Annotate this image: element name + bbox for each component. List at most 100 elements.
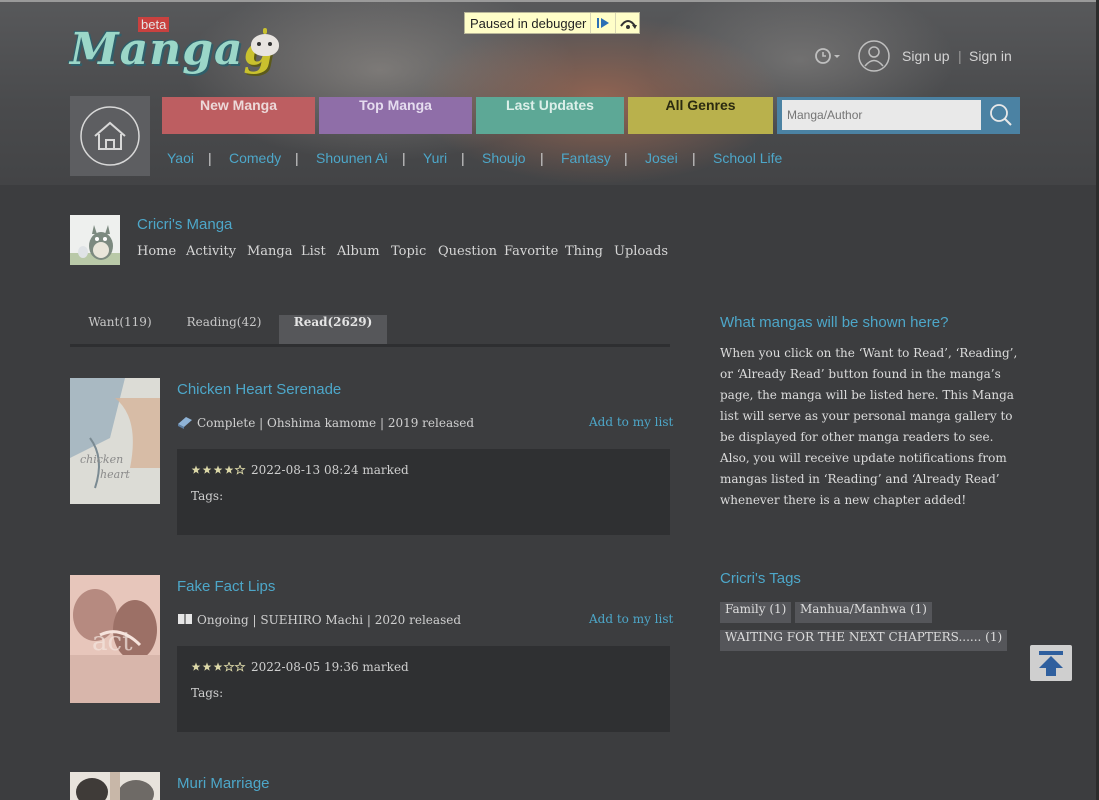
manga-title[interactable]: Fake Fact Lips <box>177 578 275 595</box>
genre-separator: | <box>402 150 406 166</box>
nav-all-genres[interactable]: All Genres <box>628 97 773 134</box>
tabs-divider <box>70 344 670 347</box>
profile-username[interactable]: Cricri's Manga <box>137 216 232 233</box>
star-filled-icon <box>202 465 212 474</box>
svg-text:act: act <box>92 627 133 657</box>
tags-label: Tags: <box>191 489 224 503</box>
search-bar <box>777 97 1020 134</box>
star-filled-icon <box>202 662 212 671</box>
sidebar-info-title: What mangas will be shown here? <box>720 314 949 331</box>
genre-yaoi[interactable]: Yaoi <box>167 150 194 166</box>
arrow-up-icon <box>1039 651 1063 676</box>
star-filled-icon <box>191 465 201 474</box>
book-ongoing-icon <box>178 614 192 624</box>
genre-comedy[interactable]: Comedy <box>229 150 281 166</box>
tab-want[interactable]: Want(119) <box>70 315 170 345</box>
profile-nav-activity[interactable]: Activity <box>186 244 236 259</box>
star-filled-icon <box>213 465 223 474</box>
manga-title[interactable]: Muri Marriage <box>177 775 270 792</box>
debugger-label: Paused in debugger <box>470 16 587 31</box>
nav-last-updates[interactable]: Last Updates <box>476 97 624 134</box>
manga-cover[interactable]: act <box>70 575 160 703</box>
genre-separator: | <box>208 150 212 166</box>
svg-text:heart: heart <box>100 468 130 481</box>
profile-nav-question[interactable]: Question <box>438 244 497 259</box>
step-over-icon[interactable] <box>615 13 641 33</box>
totoro-avatar-icon <box>70 215 120 265</box>
debugger-banner: Paused in debugger <box>464 12 640 34</box>
nav-new-manga[interactable]: New Manga <box>162 97 315 134</box>
star-filled-icon <box>191 662 201 671</box>
add-to-list-link[interactable]: Add to my list <box>589 415 673 429</box>
home-button[interactable] <box>70 96 150 176</box>
user-separator: | <box>958 48 962 64</box>
sidebar-tags-title: Cricri's Tags <box>720 570 801 587</box>
site-header: beta Mangag Paused in debugger Sign up |… <box>0 0 1099 185</box>
search-input[interactable] <box>782 100 981 130</box>
signin-link[interactable]: Sign in <box>969 48 1012 64</box>
genre-school-life[interactable]: School Life <box>713 150 782 166</box>
profile-nav-home[interactable]: Home <box>137 244 176 259</box>
rating-stars <box>191 662 246 672</box>
manga-meta: Complete | Ohshima kamome | 2019 release… <box>177 415 474 430</box>
home-icon <box>80 106 140 166</box>
profile-nav-manga[interactable]: Manga <box>247 244 293 259</box>
sidebar-info-text: When you click on the ‘Want to Read’, ‘R… <box>720 343 1020 511</box>
tab-read[interactable]: Read(2629) <box>279 315 387 345</box>
genre-separator: | <box>540 150 544 166</box>
resume-icon[interactable] <box>590 13 616 33</box>
add-to-list-link[interactable]: Add to my list <box>589 612 673 626</box>
genre-fantasy[interactable]: Fantasy <box>561 150 611 166</box>
manga-title[interactable]: Chicken Heart Serenade <box>177 381 341 398</box>
profile-nav-topic[interactable]: Topic <box>391 244 426 259</box>
profile-nav-album[interactable]: Album <box>337 244 380 259</box>
top-border <box>0 0 1099 2</box>
star-filled-icon <box>224 465 234 474</box>
sidebar-info-paragraph: Also, you will receive update notificati… <box>720 451 1007 507</box>
history-dropdown[interactable] <box>814 46 842 66</box>
tags-label: Tags: <box>191 686 224 700</box>
book-complete-icon <box>178 417 192 429</box>
logo-mascot-icon <box>251 28 279 56</box>
back-to-top-button[interactable] <box>1030 645 1072 681</box>
manga-mark-box: 2022-08-13 08:24 marked Tags: <box>177 449 670 535</box>
manga-cover[interactable] <box>70 772 160 800</box>
svg-text:chicken: chicken <box>80 453 123 466</box>
rating-stars <box>191 465 246 475</box>
genre-shoujo[interactable]: Shoujo <box>482 150 526 166</box>
genre-separator: | <box>624 150 628 166</box>
clock-icon <box>815 48 840 64</box>
profile-nav-thing[interactable]: Thing <box>565 244 603 259</box>
site-logo[interactable]: beta Mangag <box>70 16 285 76</box>
manga-cover[interactable]: chicken heart <box>70 378 160 504</box>
signup-link[interactable]: Sign up <box>902 48 949 64</box>
sidebar-info-paragraph: When you click on the ‘Want to Read’, ‘R… <box>720 346 1018 444</box>
genre-separator: | <box>692 150 696 166</box>
manga-meta: Ongoing | SUEHIRO Machi | 2020 released <box>177 612 461 627</box>
search-button[interactable] <box>985 100 1017 130</box>
profile-nav-uploads[interactable]: Uploads <box>614 244 668 259</box>
user-avatar-icon[interactable] <box>858 40 890 72</box>
logo-wordmark: Mangag <box>70 24 274 75</box>
star-empty-icon <box>234 662 246 672</box>
profile-nav-favorite[interactable]: Favorite <box>504 244 558 259</box>
manga-mark-box: 2022-08-05 19:36 marked Tags: <box>177 646 670 732</box>
search-icon <box>990 104 1012 126</box>
star-filled-icon <box>213 662 223 671</box>
tag-chip[interactable]: Manhua/Manhwa (1) <box>795 602 932 623</box>
star-empty-icon <box>234 465 246 475</box>
star-empty-icon <box>223 662 235 672</box>
marked-date: 2022-08-05 19:36 marked <box>251 660 409 674</box>
marked-date: 2022-08-13 08:24 marked <box>251 463 409 477</box>
avatar[interactable] <box>70 215 120 265</box>
genre-separator: | <box>461 150 465 166</box>
nav-top-manga[interactable]: Top Manga <box>319 97 472 134</box>
tag-chip[interactable]: Family (1) <box>720 602 792 623</box>
genre-josei[interactable]: Josei <box>645 150 678 166</box>
genre-shounen-ai[interactable]: Shounen Ai <box>316 150 388 166</box>
profile-nav-list[interactable]: List <box>301 244 326 259</box>
genre-separator: | <box>295 150 299 166</box>
tab-reading[interactable]: Reading(42) <box>174 315 274 345</box>
tag-chip[interactable]: WAITING FOR THE NEXT CHAPTERS...... (1) <box>720 630 1008 651</box>
genre-yuri[interactable]: Yuri <box>423 150 447 166</box>
